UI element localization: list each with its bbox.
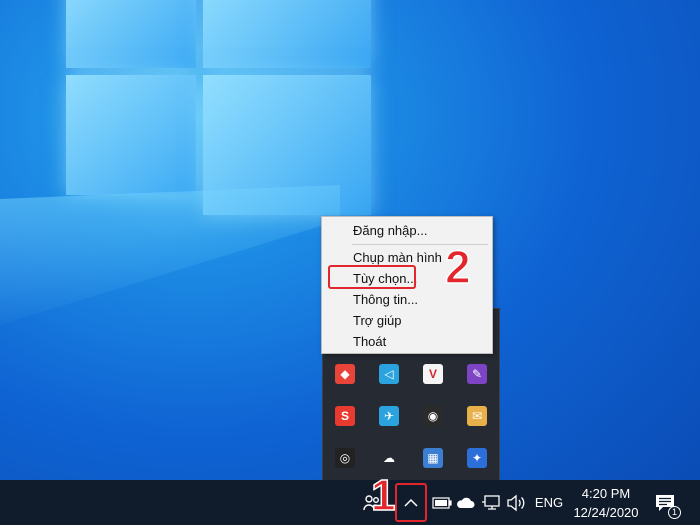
tray-icon-slot[interactable]: ✎	[455, 353, 499, 395]
onedrive-icon[interactable]	[452, 480, 478, 525]
menu-item-login[interactable]: Đăng nhập...	[322, 221, 492, 241]
telegram-icon-2[interactable]: ✈	[379, 406, 399, 426]
tray-icon-slot[interactable]: ✈	[367, 395, 411, 437]
tray-icon-slot[interactable]: V	[411, 353, 455, 395]
tray-icon-slot[interactable]: ▦	[411, 437, 455, 479]
tray-icon-slot[interactable]: ◆	[323, 353, 367, 395]
tray-icon-slot[interactable]: ◉	[411, 395, 455, 437]
windows-logo-pane	[66, 0, 196, 68]
anydesk-icon[interactable]: ◆	[335, 364, 355, 384]
clock-time: 4:20 PM	[581, 485, 631, 501]
input-language-indicator[interactable]: ENG	[532, 480, 566, 525]
taskbar-clock[interactable]: 4:20 PM 12/24/2020	[568, 480, 644, 525]
windows-logo-pane	[203, 0, 371, 68]
telegram-icon[interactable]: ◁	[379, 364, 399, 384]
snagit-icon[interactable]: S	[335, 406, 355, 426]
menu-item-about[interactable]: Thông tin...	[322, 290, 492, 310]
comet-icon[interactable]: ✦	[467, 448, 487, 468]
cloud-upload-icon[interactable]: ☁	[379, 448, 399, 468]
menu-item-exit[interactable]: Thoát	[322, 332, 492, 352]
step-2-label: 2	[444, 241, 471, 293]
step-1-label: 1	[370, 471, 396, 520]
menu-item-help[interactable]: Trợ giúp	[322, 311, 492, 331]
tray-icon-slot[interactable]: ✦	[455, 437, 499, 479]
windows-logo-pane	[66, 75, 196, 195]
clock-date: 12/24/2020	[573, 504, 639, 520]
tray-icon-slot[interactable]: ✉	[455, 395, 499, 437]
notification-count-badge: 1	[668, 506, 681, 519]
light-beam	[0, 185, 340, 325]
feather-icon[interactable]: ✎	[467, 364, 487, 384]
tray-icon-slot[interactable]: ◁	[367, 353, 411, 395]
v-app-icon[interactable]: V	[423, 364, 443, 384]
tray-icon-grid: ◆ ◁ V ✎ S ✈ ◉ ✉ ◎ ☁ ▦ ✦	[323, 353, 499, 479]
screen-recorder-icon[interactable]: ◎	[335, 448, 355, 468]
tray-icon-slot[interactable]: S	[323, 395, 367, 437]
taskbar: ENG 4:20 PM 12/24/2020	[0, 480, 700, 525]
tray-icon-slot[interactable]: ◎	[323, 437, 367, 479]
mail-icon[interactable]: ✉	[467, 406, 487, 426]
chevron-highlight-box	[395, 483, 427, 522]
options-highlight-box	[328, 265, 416, 289]
volume-icon[interactable]	[503, 480, 529, 525]
presentation-icon[interactable]: ▦	[423, 448, 443, 468]
nvidia-icon[interactable]: ◉	[423, 406, 443, 426]
network-icon[interactable]	[478, 480, 504, 525]
